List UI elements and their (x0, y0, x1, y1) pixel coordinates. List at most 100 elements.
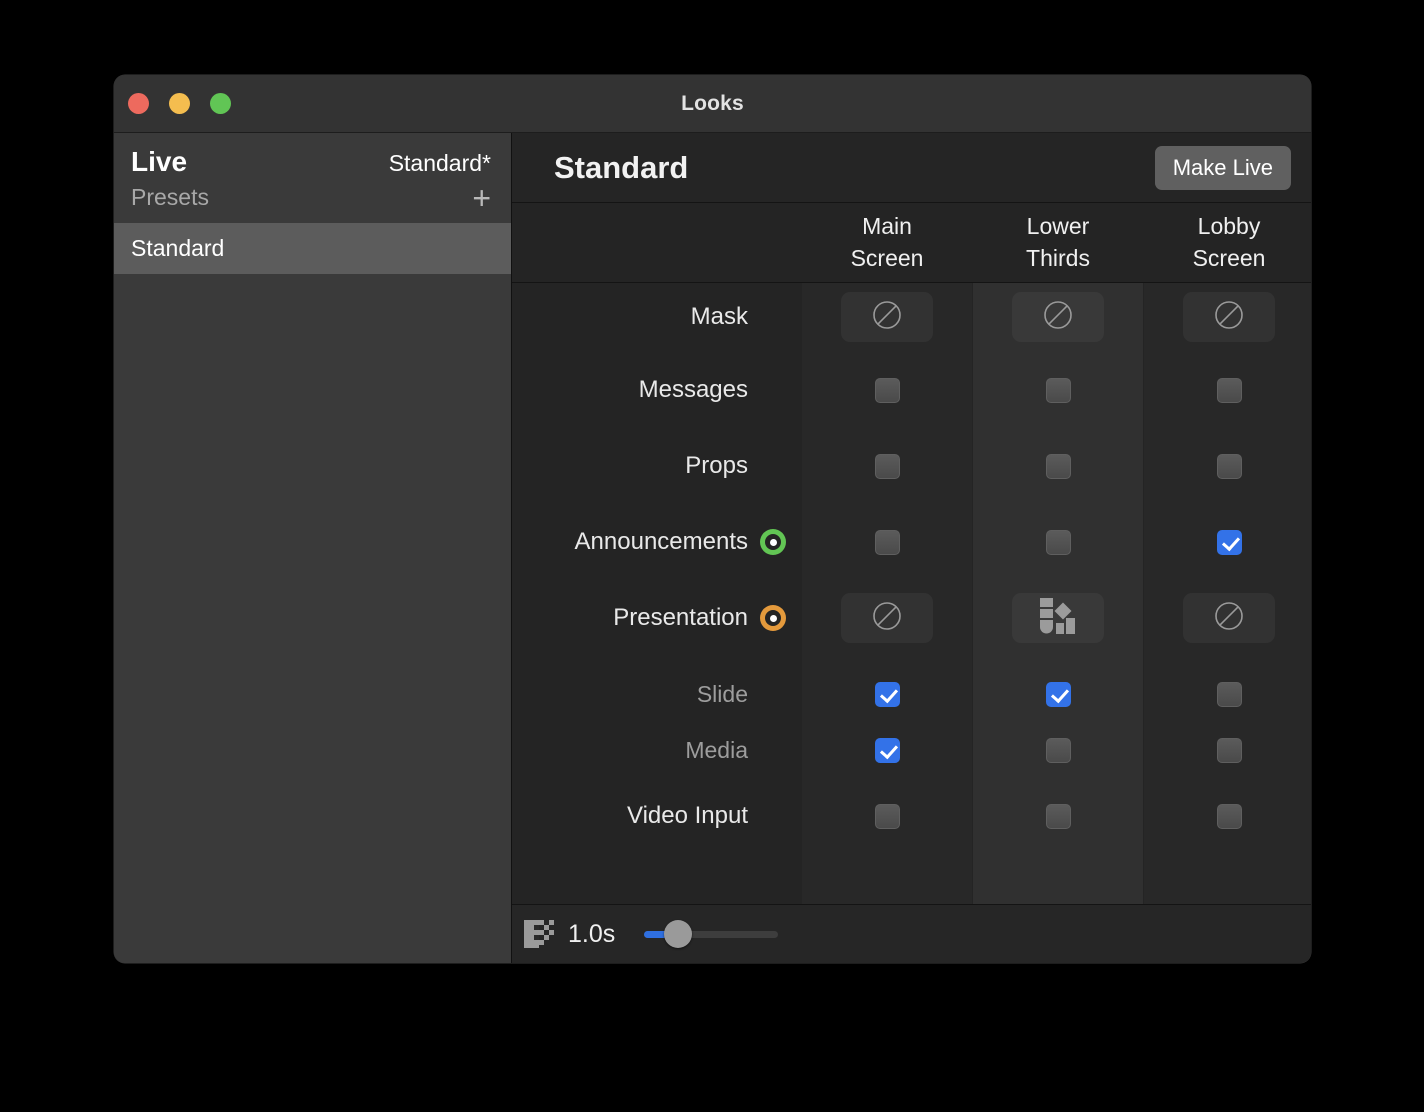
column-header-line1: Main (862, 213, 912, 239)
grid-cell (973, 292, 1143, 342)
transition-duration-slider[interactable] (644, 920, 778, 948)
make-live-button[interactable]: Make Live (1154, 145, 1291, 190)
row-label: Announcements (574, 528, 748, 555)
live-value: Standard* (388, 150, 491, 176)
none-icon (1214, 601, 1244, 636)
none-icon (872, 601, 902, 636)
grid-row-video-input: Video Input (512, 792, 1311, 840)
column-header-lobby-screen: Lobby Screen (1144, 211, 1311, 274)
presets-label: Presets (131, 184, 209, 210)
row-label: Props (685, 452, 748, 479)
grid-row-presentation: Presentation (512, 593, 1311, 643)
page-title: Standard (554, 149, 689, 185)
iconbutton-presentation-a[interactable] (841, 593, 933, 643)
checkbox-slide-a[interactable] (874, 681, 900, 707)
grid-row-slide: Slide (512, 670, 1311, 718)
grid-cell (973, 442, 1143, 490)
row-label: Media (685, 736, 748, 763)
checkbox-announcements-c[interactable] (1216, 529, 1242, 555)
checkbox-props-c[interactable] (1216, 453, 1242, 479)
row-label: Video Input (627, 802, 748, 829)
checkbox-messages-c[interactable] (1216, 377, 1242, 403)
checkbox-slide-c[interactable] (1216, 681, 1242, 707)
plus-icon[interactable]: + (472, 182, 491, 214)
grid-cell (1144, 442, 1311, 490)
sidebar-item-standard[interactable]: Standard (114, 223, 511, 274)
column-header-line2: Screen (850, 244, 924, 271)
grid-cell (1144, 292, 1311, 342)
column-header-line2: Screen (1192, 244, 1266, 271)
grid-cell (802, 292, 972, 342)
grid-row-messages: Messages (512, 366, 1311, 414)
none-icon (872, 300, 902, 335)
checkbox-announcements-b[interactable] (1045, 529, 1071, 555)
orange-target-icon[interactable] (760, 605, 786, 631)
checkbox-media-b[interactable] (1045, 737, 1071, 763)
live-row: Live Standard* (114, 133, 511, 178)
grid-cell (973, 792, 1143, 840)
checkbox-slide-b[interactable] (1045, 681, 1071, 707)
checkbox-video-input-b[interactable] (1045, 803, 1071, 829)
looks-window: Looks Live Standard* Presets + Standard … (114, 75, 1311, 963)
grid-row-mask: Mask (512, 292, 1311, 342)
grid-cell (802, 366, 972, 414)
grid-cell (802, 670, 972, 718)
grid-cell (973, 670, 1143, 718)
checkbox-media-a[interactable] (874, 737, 900, 763)
dissolve-icon[interactable] (524, 920, 554, 948)
grid-cell (1144, 518, 1311, 566)
column-header-line1: Lower (1026, 213, 1090, 239)
column-header-lower-thirds: Lower Thirds (973, 211, 1143, 274)
iconbutton-mask-a[interactable] (841, 292, 933, 342)
grid-cell (973, 366, 1143, 414)
checkbox-props-b[interactable] (1045, 453, 1071, 479)
checkbox-messages-a[interactable] (874, 377, 900, 403)
iconbutton-presentation-c[interactable] (1183, 593, 1275, 643)
grid-cell (802, 726, 972, 774)
checkbox-messages-b[interactable] (1045, 377, 1071, 403)
grid-cell (802, 792, 972, 840)
column-header-line2: Thirds (1026, 244, 1090, 271)
grid-cell (1144, 792, 1311, 840)
detail-pane: Standard Make Live Main Screen Lower Thi… (512, 133, 1311, 963)
grid-cell (973, 518, 1143, 566)
grid-cell (1144, 366, 1311, 414)
iconbutton-mask-c[interactable] (1183, 292, 1275, 342)
grid-cell (802, 593, 972, 643)
grid-cell (973, 726, 1143, 774)
column-header-line1: Lobby (1197, 213, 1261, 239)
checkbox-video-input-c[interactable] (1216, 803, 1242, 829)
column-header-main-screen: Main Screen (802, 211, 972, 274)
sidebar-item-label: Standard (131, 235, 225, 261)
grid-row-props: Props (512, 442, 1311, 490)
grid-cell (802, 442, 972, 490)
presets-row: Presets + (114, 178, 511, 223)
checkbox-props-a[interactable] (874, 453, 900, 479)
bottom-toolbar: 1.0s (512, 904, 1311, 963)
checkbox-announcements-a[interactable] (874, 529, 900, 555)
iconbutton-presentation-b[interactable] (1012, 593, 1104, 643)
green-target-icon[interactable] (760, 529, 786, 555)
row-label: Presentation (613, 604, 748, 631)
window-title: Looks (681, 92, 744, 115)
row-label: Mask (690, 303, 748, 330)
detail-header: Standard Make Live (512, 133, 1311, 203)
none-icon (1043, 300, 1073, 335)
slider-thumb[interactable] (664, 920, 692, 948)
transition-duration-label: 1.0s (568, 919, 616, 948)
grid-cell (802, 518, 972, 566)
live-label: Live (131, 146, 188, 177)
iconbutton-mask-b[interactable] (1012, 292, 1104, 342)
checkbox-video-input-a[interactable] (874, 803, 900, 829)
header-divider (512, 282, 1311, 283)
shapes-icon (1037, 597, 1079, 640)
checkbox-media-c[interactable] (1216, 737, 1242, 763)
row-label: Slide (696, 680, 748, 707)
row-label: Messages (638, 376, 748, 403)
grid-cell (973, 593, 1143, 643)
grid-row-media: Media (512, 726, 1311, 774)
grid-row-announcements: Announcements (512, 518, 1311, 566)
none-icon (1214, 300, 1244, 335)
sidebar: Live Standard* Presets + Standard (114, 133, 512, 963)
sidebar-empty-area (114, 274, 511, 963)
